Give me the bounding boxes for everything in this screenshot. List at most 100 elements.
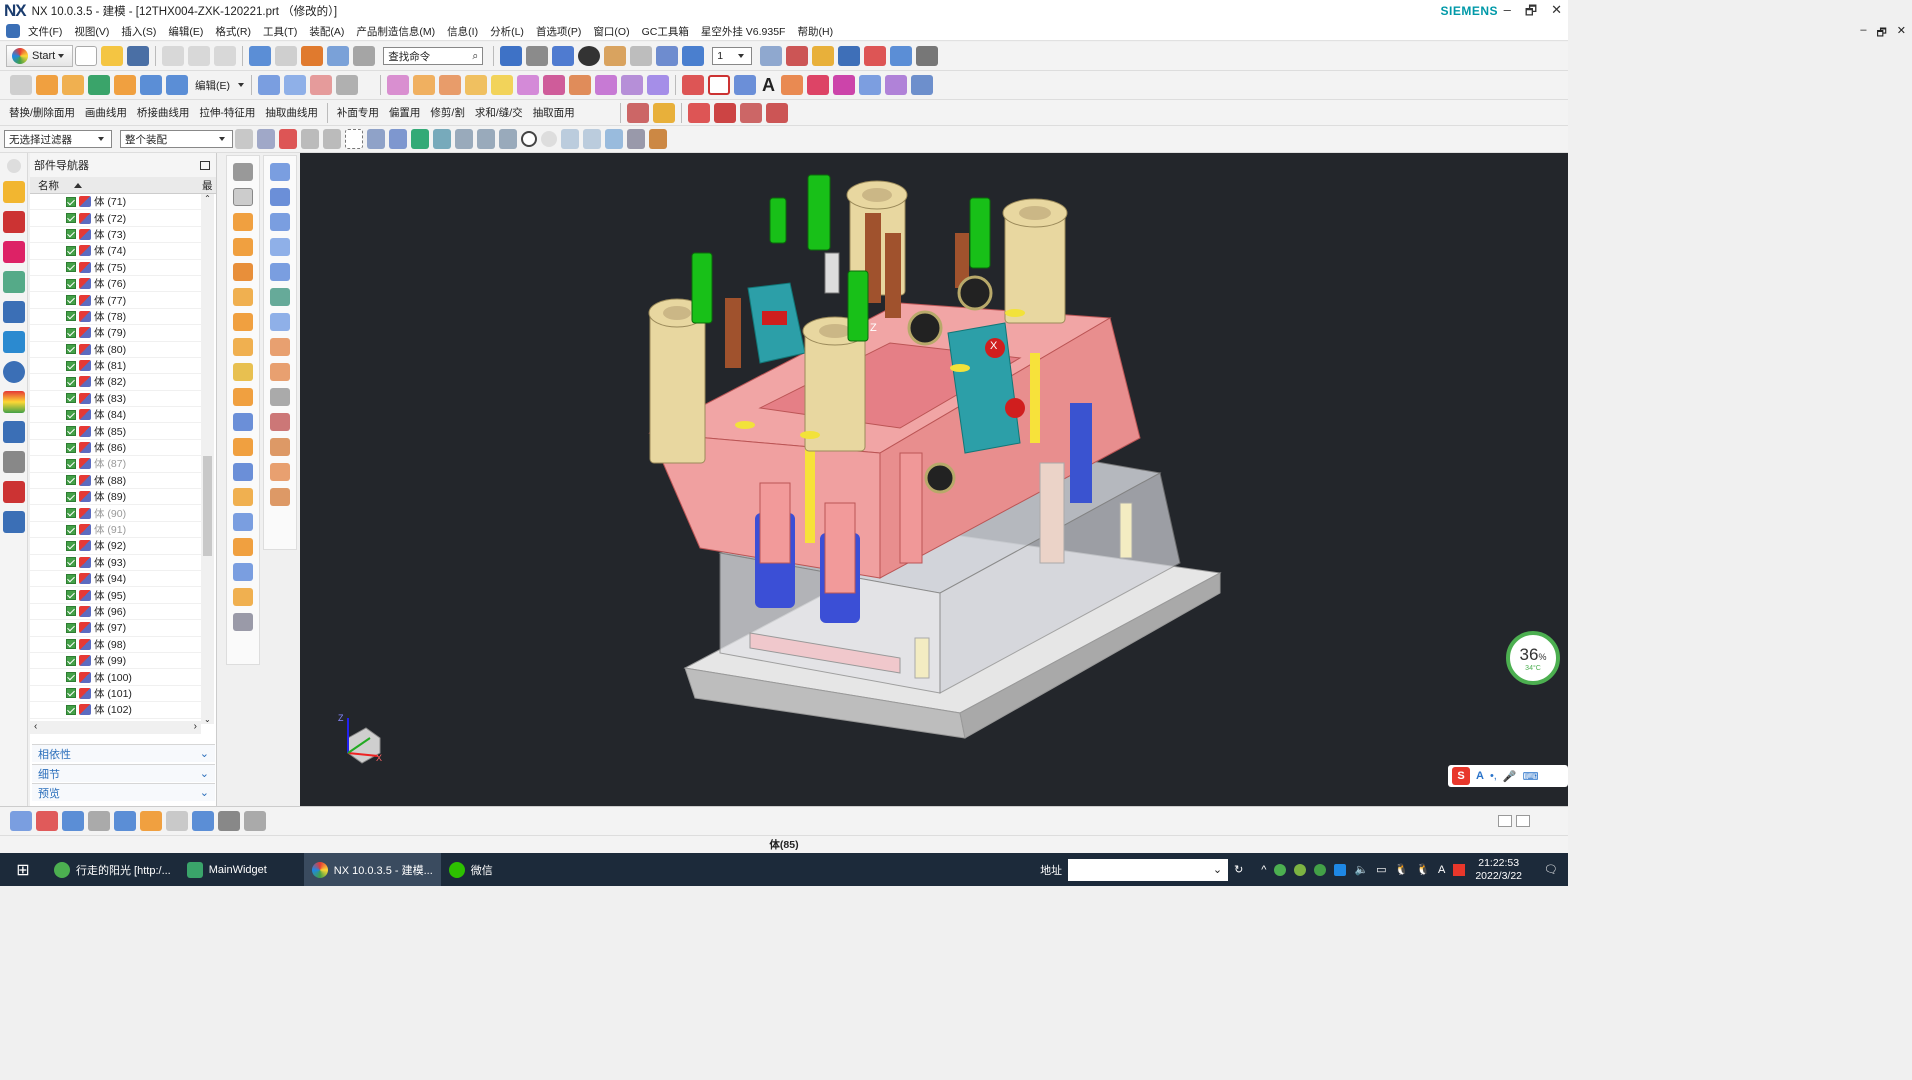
panel-maximize-icon[interactable] <box>200 160 210 170</box>
sketch-icon[interactable] <box>10 75 32 95</box>
filter-settings-icon[interactable] <box>627 129 645 149</box>
navigator-vertical-scrollbar[interactable]: ⌃ ⌄ <box>201 194 214 724</box>
mold-tool-5-icon[interactable] <box>491 75 513 95</box>
tree-row[interactable]: 体 (82) <box>30 374 201 391</box>
tree-row[interactable]: 体 (78) <box>30 309 201 326</box>
curve-split-icon[interactable] <box>713 102 736 123</box>
trim-body-icon[interactable] <box>166 75 188 95</box>
mold-model[interactable]: Z X Z X <box>300 153 1568 806</box>
visibility-checkbox[interactable] <box>66 213 76 224</box>
app-menu-icon[interactable] <box>6 24 20 38</box>
visibility-checkbox[interactable] <box>66 426 76 437</box>
sew-icon[interactable] <box>284 75 306 95</box>
visibility-checkbox[interactable] <box>66 540 76 551</box>
curve-extend-icon[interactable] <box>765 102 788 123</box>
palette-icon[interactable] <box>3 511 25 533</box>
visibility-checkbox[interactable] <box>66 524 76 535</box>
undo-icon[interactable] <box>249 46 272 66</box>
snap-tangent-icon[interactable] <box>605 129 623 149</box>
mold-tool-9-icon[interactable] <box>595 75 617 95</box>
menu-info[interactable]: 信息(I) <box>441 24 484 39</box>
mold-tool-7-icon[interactable] <box>543 75 565 95</box>
menu-tools[interactable]: 工具(T) <box>257 24 303 39</box>
tree-row[interactable]: 体 (99) <box>30 653 201 670</box>
wcs-icon[interactable] <box>864 46 887 66</box>
mold-tool-2-icon[interactable] <box>413 75 435 95</box>
visibility-checkbox[interactable] <box>66 590 76 601</box>
menu-edit[interactable]: 编辑(E) <box>162 24 209 39</box>
extract-face-menu[interactable]: 抽取面用 <box>528 105 580 120</box>
menu-help[interactable]: 帮助(H) <box>791 24 839 39</box>
line-icon[interactable] <box>682 75 704 95</box>
select-icon[interactable] <box>301 46 324 66</box>
microphone-icon[interactable]: 🎤 <box>1503 770 1517 783</box>
copy-icon[interactable] <box>188 46 211 66</box>
tree-row[interactable]: 体 (77) <box>30 292 201 309</box>
revolve-icon[interactable] <box>62 75 84 95</box>
selection-tool-2-icon[interactable] <box>257 129 275 149</box>
vtool-1-icon[interactable] <box>233 163 253 181</box>
patch-face-menu[interactable]: 补面专用 <box>332 105 384 120</box>
render-style-icon[interactable] <box>526 46 549 66</box>
process-studio-icon[interactable] <box>3 421 25 443</box>
mold-tool-3-icon[interactable] <box>439 75 461 95</box>
new-file-icon[interactable] <box>75 46 98 66</box>
cut-icon[interactable] <box>162 46 185 66</box>
vtool2-5-icon[interactable] <box>270 263 290 281</box>
ime-punctuation-icon[interactable]: •, <box>1490 770 1497 782</box>
analysis-1-icon[interactable] <box>626 102 649 123</box>
navigator-horizontal-scrollbar[interactable]: ‹ › <box>30 721 201 734</box>
mold-tool-11-icon[interactable] <box>647 75 669 95</box>
edge-display-icon[interactable] <box>604 46 627 66</box>
section-dependencies[interactable]: 相依性 ⌄ <box>32 744 215 762</box>
tree-row[interactable]: 体 (76) <box>30 276 201 293</box>
visibility-checkbox[interactable] <box>66 508 76 519</box>
bridge-curve-icon[interactable] <box>807 75 829 95</box>
dimension-icon[interactable] <box>916 46 939 66</box>
system-clock[interactable]: 21:22:53 2022/3/22 <box>1475 857 1522 883</box>
scroll-thumb[interactable] <box>203 456 212 556</box>
tree-row[interactable]: 体 (81) <box>30 358 201 375</box>
ime-logo-icon[interactable]: S <box>1452 767 1470 785</box>
fit-view-icon[interactable] <box>500 46 523 66</box>
tree-row[interactable]: 体 (86) <box>30 440 201 457</box>
intersect-curve-icon[interactable] <box>859 75 881 95</box>
snap-control-icon[interactable] <box>477 129 495 149</box>
vtool-16-icon[interactable] <box>233 538 253 556</box>
tree-row[interactable]: 体 (97) <box>30 620 201 637</box>
transform-icon[interactable] <box>353 46 376 66</box>
tree-row[interactable]: 体 (95) <box>30 587 201 604</box>
extract-curve-icon[interactable] <box>885 75 907 95</box>
tree-row[interactable]: 体 (83) <box>30 391 201 408</box>
measure-icon[interactable] <box>812 46 835 66</box>
vtool-4-icon[interactable] <box>233 238 253 256</box>
curve-fillet-icon[interactable] <box>739 102 762 123</box>
input-method-icon[interactable]: A <box>1438 864 1445 876</box>
drafting-tool-6-icon[interactable] <box>140 811 162 831</box>
layer-settings-icon[interactable] <box>760 46 783 66</box>
snap-bisector-icon[interactable] <box>583 129 601 149</box>
edit-menu-button[interactable]: 编辑(E) <box>190 78 235 93</box>
vtool-10-icon[interactable] <box>233 388 253 406</box>
vtool-11-icon[interactable] <box>233 413 253 431</box>
performance-gauge[interactable]: 36 % 34°C <box>1506 631 1560 685</box>
vtool-19-icon[interactable] <box>233 613 253 631</box>
visibility-checkbox[interactable] <box>66 344 76 355</box>
tree-row[interactable]: 体 (90) <box>30 505 201 522</box>
vtool-13-icon[interactable] <box>233 463 253 481</box>
vtool2-12-icon[interactable] <box>270 438 290 456</box>
refresh-icon[interactable]: ↻ <box>1234 863 1243 876</box>
mold-tool-4-icon[interactable] <box>465 75 487 95</box>
tree-row[interactable]: 体 (74) <box>30 243 201 260</box>
visibility-checkbox[interactable] <box>66 245 76 256</box>
vtool2-2-icon[interactable] <box>270 188 290 206</box>
vtool2-9-icon[interactable] <box>270 363 290 381</box>
address-input[interactable]: ⌄ <box>1068 858 1229 881</box>
replace-delete-face-menu[interactable]: 替换/删除面用 <box>4 105 80 120</box>
assembly-navigator-icon[interactable] <box>3 181 25 203</box>
scroll-down-icon[interactable]: ⌄ <box>204 715 211 724</box>
vtool2-14-icon[interactable] <box>270 488 290 506</box>
visibility-checkbox[interactable] <box>66 360 76 371</box>
menu-assembly[interactable]: 装配(A) <box>303 24 350 39</box>
arc-icon[interactable] <box>734 75 756 95</box>
